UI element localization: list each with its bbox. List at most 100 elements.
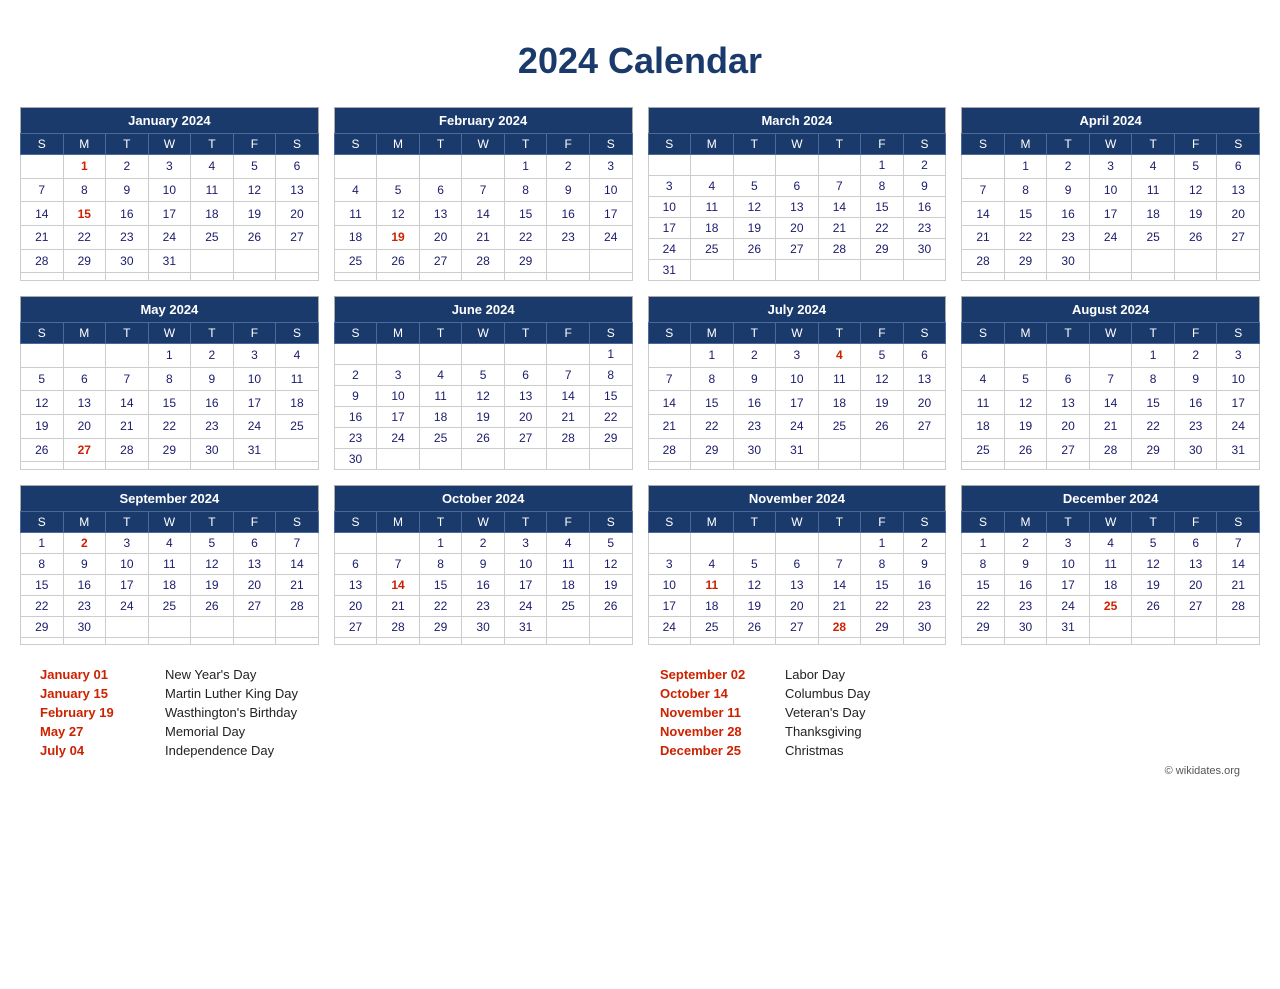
day-cell: 8 <box>63 178 106 202</box>
day-cell: 18 <box>148 575 191 596</box>
day-cell: 9 <box>547 178 590 202</box>
holiday-name: Christmas <box>785 743 844 758</box>
day-cell: 26 <box>21 438 64 462</box>
day-cell: 1 <box>962 533 1005 554</box>
day-cell: 25 <box>818 414 861 438</box>
day-cell: 24 <box>233 414 276 438</box>
day-cell: 16 <box>733 391 776 415</box>
day-cell: 15 <box>962 575 1005 596</box>
day-cell: 21 <box>818 218 861 239</box>
day-cell: 23 <box>191 414 234 438</box>
day-cell: 11 <box>691 575 734 596</box>
day-cell: 5 <box>1004 367 1047 391</box>
holiday-name: Wasthington's Birthday <box>165 705 297 720</box>
month-12: December 2024SMTWTFS12345678910111213141… <box>961 485 1260 645</box>
day-cell: 24 <box>1089 225 1132 249</box>
day-cell: 1 <box>861 533 904 554</box>
day-cell: 15 <box>861 575 904 596</box>
day-cell: 27 <box>1217 225 1260 249</box>
day-cell: 15 <box>861 197 904 218</box>
holiday-row: November 11 Veteran's Day <box>660 703 1240 722</box>
day-cell: 11 <box>334 202 377 226</box>
day-cell: 29 <box>148 438 191 462</box>
day-cell: 10 <box>589 178 632 202</box>
day-cell: 24 <box>148 225 191 249</box>
day-cell: 9 <box>903 176 946 197</box>
holiday-name: Independence Day <box>165 743 274 758</box>
day-cell: 20 <box>1217 202 1260 226</box>
day-cell: 24 <box>377 428 420 449</box>
day-cell: 26 <box>733 239 776 260</box>
day-cell: 29 <box>691 438 734 462</box>
day-cell: 7 <box>21 178 64 202</box>
holiday-date: November 11 <box>660 705 770 720</box>
day-cell: 1 <box>861 155 904 176</box>
day-cell: 6 <box>233 533 276 554</box>
day-cell: 13 <box>1217 178 1260 202</box>
day-cell: 12 <box>233 178 276 202</box>
day-cell: 21 <box>1089 414 1132 438</box>
day-cell: 22 <box>1004 225 1047 249</box>
page-title: 2024 Calendar <box>20 40 1260 82</box>
day-cell: 26 <box>462 428 505 449</box>
day-cell: 16 <box>903 197 946 218</box>
day-cell: 30 <box>1004 617 1047 638</box>
day-cell: 19 <box>1004 414 1047 438</box>
day-cell: 17 <box>148 202 191 226</box>
day-cell: 10 <box>1089 178 1132 202</box>
day-cell: 3 <box>233 344 276 368</box>
holiday-date: January 01 <box>40 667 150 682</box>
day-cell: 14 <box>377 575 420 596</box>
day-cell: 14 <box>1217 554 1260 575</box>
day-cell: 7 <box>377 554 420 575</box>
day-cell: 5 <box>233 155 276 179</box>
day-cell: 17 <box>776 391 819 415</box>
day-cell: 24 <box>776 414 819 438</box>
day-cell: 28 <box>818 239 861 260</box>
day-cell: 19 <box>462 407 505 428</box>
day-cell: 11 <box>191 178 234 202</box>
holiday-name: New Year's Day <box>165 667 256 682</box>
day-cell: 6 <box>504 365 547 386</box>
day-cell: 18 <box>691 218 734 239</box>
day-cell: 10 <box>1047 554 1090 575</box>
day-cell: 4 <box>191 155 234 179</box>
day-cell: 20 <box>903 391 946 415</box>
day-cell: 23 <box>903 596 946 617</box>
day-cell: 17 <box>106 575 149 596</box>
day-cell: 22 <box>1132 414 1175 438</box>
day-cell: 7 <box>962 178 1005 202</box>
day-cell: 20 <box>504 407 547 428</box>
day-cell: 6 <box>1217 155 1260 179</box>
day-cell: 30 <box>334 449 377 470</box>
day-cell: 4 <box>547 533 590 554</box>
day-cell: 26 <box>1132 596 1175 617</box>
day-cell: 4 <box>691 176 734 197</box>
day-cell: 30 <box>903 239 946 260</box>
day-cell: 11 <box>962 391 1005 415</box>
holiday-name: Memorial Day <box>165 724 245 739</box>
day-cell: 7 <box>1089 367 1132 391</box>
day-cell: 16 <box>1047 202 1090 226</box>
day-cell: 2 <box>903 155 946 176</box>
day-cell: 7 <box>106 367 149 391</box>
day-cell: 11 <box>148 554 191 575</box>
day-cell: 13 <box>334 575 377 596</box>
day-cell: 15 <box>21 575 64 596</box>
day-cell: 10 <box>233 367 276 391</box>
day-cell: 13 <box>1047 391 1090 415</box>
holiday-name: Veteran's Day <box>785 705 866 720</box>
day-cell: 27 <box>776 239 819 260</box>
day-cell: 30 <box>1174 438 1217 462</box>
day-cell: 23 <box>547 225 590 249</box>
day-cell: 31 <box>1217 438 1260 462</box>
day-cell: 17 <box>504 575 547 596</box>
day-cell: 24 <box>1047 596 1090 617</box>
day-cell: 19 <box>861 391 904 415</box>
day-cell: 27 <box>1174 596 1217 617</box>
day-cell: 5 <box>589 533 632 554</box>
day-cell: 1 <box>1132 344 1175 368</box>
day-cell: 9 <box>1174 367 1217 391</box>
day-cell: 27 <box>776 617 819 638</box>
day-cell: 3 <box>776 344 819 368</box>
